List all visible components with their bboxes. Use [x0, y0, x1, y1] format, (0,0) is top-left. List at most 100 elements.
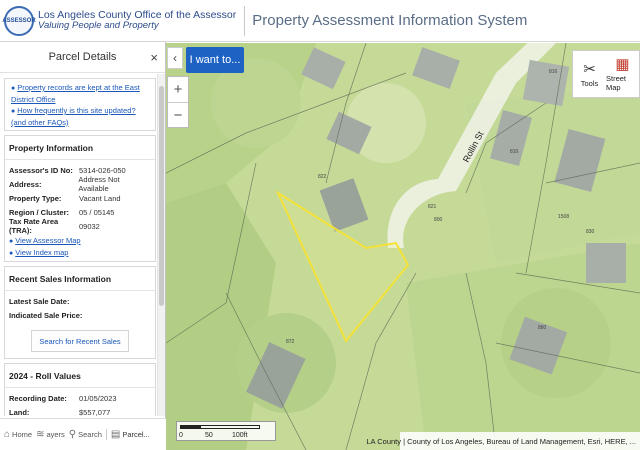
property-type-value: Vacant Land [79, 193, 121, 203]
bullet-icon: ● [11, 85, 16, 92]
parcel-number-label: 816 [549, 69, 558, 75]
link-faqs[interactable]: (and other FAQs) [11, 117, 151, 128]
zoom-out-button[interactable]: − [168, 102, 188, 127]
system-title: Property Assessment Information System [252, 12, 528, 29]
tab-search-label: Search [78, 430, 102, 439]
street-map-icon: ▦ [615, 56, 630, 73]
link-update-frequency[interactable]: ● How frequently is this site updated? [11, 105, 151, 117]
home-icon: ⌂ [4, 429, 11, 440]
map-view[interactable]: Rollin St 821 800 810 816 822 1508 872 8… [166, 43, 640, 450]
address-value: Address Not Available [78, 175, 120, 193]
parcel-number-label: 810 [510, 149, 519, 155]
row-latest-sale-date: Latest Sale Date: [9, 294, 151, 308]
parcel-number-label: 822 [318, 174, 327, 180]
roll-values-card: 2024 - Roll Values Recording Date: 01/05/… [4, 363, 156, 416]
i-want-to-button[interactable]: I want to... [186, 47, 244, 73]
panel-scroll-area[interactable]: ● Property records are kept at the East D… [0, 74, 166, 416]
roll-values-title: 2024 - Roll Values [5, 364, 155, 388]
link-east-district-text: Property records are kept at the East Di… [11, 83, 140, 104]
region-value: 05 / 05145 [79, 207, 115, 217]
aerial-map-canvas[interactable]: Rollin St 821 800 810 816 822 1508 872 8… [166, 43, 640, 450]
panel-header: Parcel Details × [0, 42, 165, 73]
field-label: Recording Date: [9, 393, 67, 403]
ain-value: 5314-026-050 [79, 165, 126, 175]
search-recent-sales-button[interactable]: Search for Recent Sales [31, 330, 129, 352]
parcel-icon: ▤ [110, 429, 121, 440]
row-land: Land: $557,077 [9, 405, 151, 417]
bottom-tab-bar: ⌂ Home ≋ ayers ⚲ Search ▤ Parcel... [0, 418, 166, 450]
scale-tick-100: 100ft [232, 432, 248, 439]
bullet-icon: ● [9, 238, 14, 245]
scrollbar-thumb[interactable] [159, 86, 164, 306]
parcel-number-label: 880 [538, 325, 547, 331]
org-block: Los Angeles County Office of the Assesso… [38, 9, 236, 32]
info-links-card: ● Property records are kept at the East D… [4, 78, 156, 131]
toolbar: ✂ Tools ▦ Street Map [572, 50, 640, 98]
property-info-card: Property Information Assessor's ID No: 53… [4, 135, 156, 262]
parcel-number-label: 872 [286, 339, 295, 345]
tools-button[interactable]: ✂ Tools [573, 51, 606, 97]
field-label: Latest Sale Date: [9, 296, 70, 306]
field-label: Region / Cluster: [9, 207, 70, 217]
parcel-number-label: 1508 [558, 214, 569, 220]
header-divider [244, 5, 246, 36]
parcel-number-label: 800 [434, 217, 443, 223]
app-header: ASSESSOR Los Angeles County Office of th… [0, 0, 640, 42]
street-map-button[interactable]: ▦ Street Map [606, 51, 639, 97]
tools-label: Tools [580, 78, 599, 88]
field-label: Assessor's ID No: [9, 165, 73, 175]
map-attribution: LA County | County of Los Angeles, Burea… [366, 432, 640, 450]
link-view-index-map-text: View Index map [15, 248, 69, 257]
scale-bar: 0 50 100ft [176, 421, 276, 441]
panel-scrollbar[interactable] [157, 74, 165, 416]
street-map-label: Street Map [606, 74, 627, 92]
close-icon[interactable]: × [150, 50, 158, 65]
link-update-frequency-text: How frequently is this site updated? [17, 106, 136, 115]
field-label: Address: [9, 179, 42, 189]
link-view-assessor-map-text: View Assessor Map [15, 236, 81, 245]
panel-title: Parcel Details [48, 51, 117, 63]
logo-text: ASSESSOR [2, 17, 36, 24]
zoom-control: + − [167, 76, 189, 128]
collapse-panel-button[interactable]: ‹ [167, 47, 183, 69]
assessor-logo[interactable]: ASSESSOR [2, 5, 36, 36]
tab-layers-label: ayers [46, 430, 65, 439]
parcel-number-label: 821 [428, 204, 437, 210]
org-tagline: Valuing People and Property [38, 20, 159, 32]
tab-search[interactable]: ⚲ Search [69, 429, 102, 440]
recent-sales-card: Recent Sales Information Latest Sale Dat… [4, 266, 156, 359]
search-icon: ⚲ [68, 429, 77, 440]
tra-value: 09032 [79, 221, 100, 231]
bullet-icon: ● [11, 108, 16, 115]
scale-tick-50: 50 [205, 432, 213, 439]
scale-tick-0: 0 [179, 432, 183, 439]
recording-date-value: 01/05/2023 [79, 393, 117, 403]
tools-icon: ✂ [583, 60, 596, 78]
zoom-in-button[interactable]: + [168, 77, 188, 102]
bullet-icon: ● [9, 250, 14, 257]
layers-icon: ≋ [36, 429, 45, 440]
scale-line [180, 425, 260, 429]
tab-parcel[interactable]: ▤ Parcel... [105, 429, 150, 440]
field-label: Tax Rate Area (TRA): [9, 217, 59, 235]
link-view-assessor-map[interactable]: ● View Assessor Map [9, 235, 151, 247]
tab-layers[interactable]: ≋ ayers [36, 429, 65, 440]
tab-parcel-label: Parcel... [122, 430, 150, 439]
property-info-title: Property Information [5, 136, 155, 160]
field-label: Property Type: [9, 193, 62, 203]
land-value: $557,077 [79, 407, 111, 417]
parcel-details-panel: Parcel Details × ● Property records are k… [0, 42, 166, 450]
row-indicated-sale-price: Indicated Sale Price: [9, 308, 151, 322]
row-tra: Tax Rate Area (TRA): 09032 [9, 217, 151, 235]
row-recording-date: Recording Date: 01/05/2023 [9, 391, 151, 405]
recent-sales-title: Recent Sales Information [5, 267, 155, 291]
tab-home[interactable]: ⌂ Home [4, 429, 32, 440]
tab-home-label: Home [12, 430, 33, 439]
field-label: Indicated Sale Price: [9, 310, 83, 320]
link-east-district[interactable]: ● Property records are kept at the East D… [11, 82, 151, 105]
row-property-type: Property Type: Vacant Land [9, 191, 151, 205]
parcel-number-label: 830 [586, 229, 595, 235]
field-label: Land: [9, 407, 30, 417]
row-address: Address: Address Not Available [9, 175, 151, 193]
link-view-index-map[interactable]: ● View Index map [9, 247, 151, 259]
